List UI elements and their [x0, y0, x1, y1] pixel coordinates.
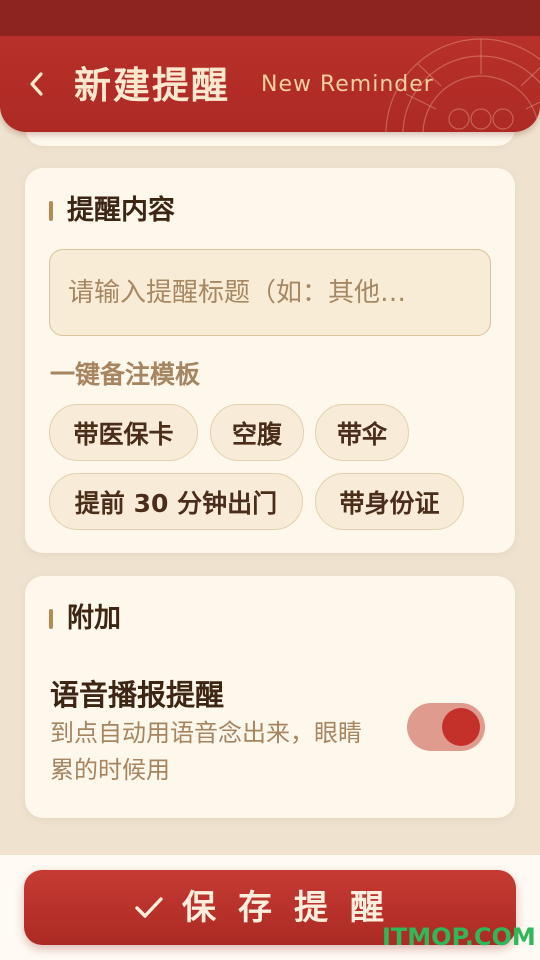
extra-section-header: 附加 — [49, 601, 121, 637]
template-chip-medical-card[interactable]: 带医保卡 — [49, 404, 198, 461]
extra-section-title: 附加 — [67, 603, 121, 634]
back-button[interactable] — [20, 64, 54, 104]
content-section-header: 提醒内容 — [49, 193, 175, 229]
page-title: 新建提醒 — [74, 64, 230, 107]
content-card: 提醒内容 一键备注模板 带医保卡 空腹 带伞 提前 30 分钟出门 带身份证 — [25, 168, 515, 553]
site-watermark: ITMOP.COM — [382, 923, 536, 951]
template-chip-id-card[interactable]: 带身份证 — [315, 473, 464, 530]
template-chip-leave-early[interactable]: 提前 30 分钟出门 — [49, 473, 303, 530]
back-chevron-icon — [30, 72, 43, 96]
template-label: 一键备注模板 — [50, 360, 201, 389]
toggle-knob — [442, 708, 480, 746]
header-pattern-decoration — [385, 38, 540, 132]
status-bar — [0, 0, 540, 36]
section-accent-bar — [49, 609, 53, 629]
voice-reminder-toggle[interactable] — [407, 703, 485, 751]
extra-card: 附加 语音播报提醒 到点自动用语音念出来，眼睛累的时候用 — [25, 576, 515, 818]
template-chip-umbrella[interactable]: 带伞 — [315, 404, 409, 461]
content-section-title: 提醒内容 — [67, 195, 175, 226]
voice-reminder-title: 语音播报提醒 — [50, 678, 225, 712]
check-icon — [135, 896, 163, 918]
save-button-label: 保存提醒 — [182, 887, 406, 928]
reminder-title-input[interactable] — [49, 249, 491, 336]
template-chip-fasting[interactable]: 空腹 — [210, 404, 304, 461]
app-header: 新建提醒 New Reminder — [0, 36, 540, 132]
section-accent-bar — [49, 201, 53, 221]
voice-reminder-description: 到点自动用语音念出来，眼睛累的时候用 — [50, 719, 362, 784]
